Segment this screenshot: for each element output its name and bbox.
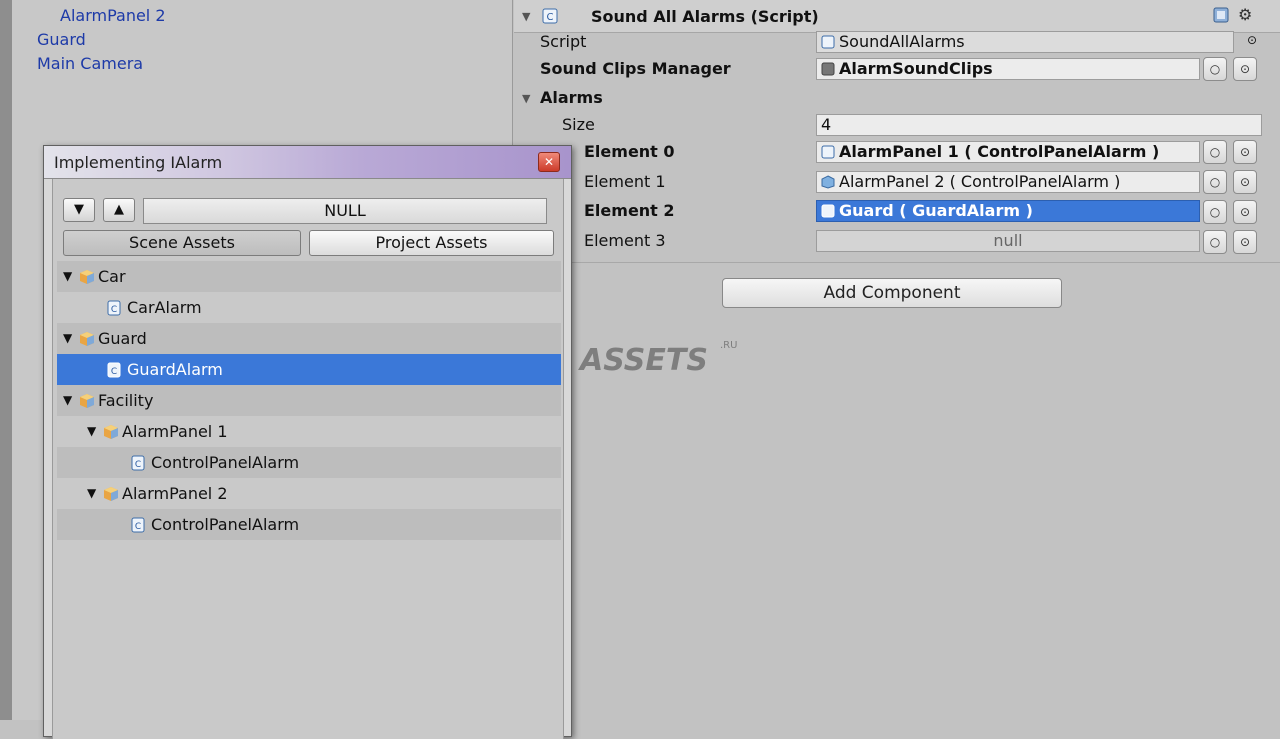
gameobject-cube-icon: [104, 425, 118, 439]
tree-label: Guard: [98, 329, 147, 348]
alarms-expand-icon[interactable]: ▼: [522, 92, 530, 105]
gameobject-cube-icon: [80, 270, 94, 284]
tree-row-guard[interactable]: ▼ Guard: [57, 323, 561, 354]
tab-scene-assets[interactable]: Scene Assets: [63, 230, 301, 256]
script-label: Script: [540, 32, 587, 51]
tree-row-facility[interactable]: ▼ Facility: [57, 385, 561, 416]
script-icon: [821, 145, 835, 159]
close-icon[interactable]: ✕: [538, 152, 560, 172]
expand-arrow-icon[interactable]: ▼: [87, 416, 96, 447]
tree-row-guardalarm[interactable]: C GuardAlarm: [57, 354, 561, 385]
element-2-target-button[interactable]: ⊙: [1233, 200, 1257, 224]
tree-label: ControlPanelAlarm: [151, 515, 300, 534]
script-value: SoundAllAlarms: [839, 32, 965, 51]
cube-icon: [821, 175, 835, 189]
gameobject-cube-icon: [80, 394, 94, 408]
element-0-value: AlarmPanel 1 ( ControlPanelAlarm ): [839, 142, 1160, 161]
implementing-ialarm-window: Implementing IAlarm ✕ ▼ ▲ NULL Scene Ass…: [43, 145, 572, 739]
element-1-picker-button[interactable]: ○: [1203, 170, 1227, 194]
expand-arrow-icon[interactable]: ▼: [63, 323, 72, 354]
element-3-target-button[interactable]: ⊙: [1233, 230, 1257, 254]
collapse-triangle-icon[interactable]: ▼: [522, 10, 530, 23]
element-0-target-button[interactable]: ⊙: [1233, 140, 1257, 164]
size-input[interactable]: 4: [816, 114, 1262, 136]
script-icon: C: [107, 362, 121, 378]
gear-icon[interactable]: ⚙: [1238, 5, 1252, 24]
gameobject-cube-icon: [104, 487, 118, 501]
element-2-label: Element 2: [584, 201, 675, 220]
tree-label: ControlPanelAlarm: [151, 453, 300, 472]
svg-text:C: C: [111, 367, 117, 377]
tree-label: Car: [98, 267, 126, 286]
script-field[interactable]: SoundAllAlarms: [816, 31, 1234, 53]
element-3-picker-button[interactable]: ○: [1203, 230, 1227, 254]
tree-label: CarAlarm: [127, 298, 202, 317]
size-label: Size: [562, 115, 595, 134]
script-icon: C: [107, 300, 121, 316]
element-2-field[interactable]: Guard ( GuardAlarm ): [816, 200, 1200, 222]
divider: [514, 262, 1280, 263]
hierarchy-item-guard[interactable]: Guard: [37, 30, 86, 49]
svg-text:.RU: .RU: [720, 340, 737, 351]
component-header[interactable]: ▼ C Sound All Alarms (Script) ⚙: [514, 0, 1280, 33]
tree-row-car[interactable]: ▼ Car: [57, 261, 561, 292]
move-up-button[interactable]: ▲: [103, 198, 135, 222]
asset-icon: [821, 62, 835, 76]
svg-text:C: C: [135, 460, 141, 470]
add-component-button[interactable]: Add Component: [722, 278, 1062, 308]
element-2-value: Guard ( GuardAlarm ): [839, 201, 1033, 220]
expand-arrow-icon[interactable]: ▼: [63, 385, 72, 416]
alarms-label: Alarms: [540, 88, 603, 107]
script-icon: C: [131, 455, 145, 471]
element-0-picker-button[interactable]: ○: [1203, 140, 1227, 164]
script-icon: C: [542, 8, 558, 24]
svg-text:C: C: [111, 305, 117, 315]
clips-target-button[interactable]: ⊙: [1233, 57, 1257, 81]
svg-text:C: C: [547, 12, 554, 23]
clips-value: AlarmSoundClips: [839, 59, 993, 78]
hierarchy-item-alarmpanel-2[interactable]: AlarmPanel 2: [60, 6, 166, 25]
component-title: Sound All Alarms (Script): [591, 7, 819, 26]
expand-arrow-icon[interactable]: ▼: [87, 478, 96, 509]
tree-label: GuardAlarm: [127, 360, 223, 379]
element-0-label: Element 0: [584, 142, 675, 161]
clips-field[interactable]: AlarmSoundClips: [816, 58, 1200, 80]
element-3-field[interactable]: null: [816, 230, 1200, 252]
tree-row-controlpanelalarm-1[interactable]: C ControlPanelAlarm: [57, 447, 561, 478]
window-titlebar[interactable]: Implementing IAlarm ✕: [44, 146, 571, 179]
tree-label: Facility: [98, 391, 154, 410]
window-title: Implementing IAlarm: [54, 153, 223, 172]
element-1-value: AlarmPanel 2 ( ControlPanelAlarm ): [839, 172, 1121, 191]
help-book-icon[interactable]: [1212, 6, 1230, 24]
element-1-label: Element 1: [584, 172, 666, 191]
tree-row-alarmpanel-2[interactable]: ▼ AlarmPanel 2: [57, 478, 561, 509]
script-icon: [821, 204, 835, 218]
svg-text:ASSETS: ASSETS: [578, 343, 708, 378]
expand-arrow-icon[interactable]: ▼: [63, 261, 72, 292]
window-content: ▼ ▲ NULL Scene Assets Project Assets ▼ C…: [52, 179, 564, 739]
element-1-target-button[interactable]: ⊙: [1233, 170, 1257, 194]
script-icon: [821, 35, 835, 49]
element-0-field[interactable]: AlarmPanel 1 ( ControlPanelAlarm ): [816, 141, 1200, 163]
clips-label: Sound Clips Manager: [540, 59, 731, 78]
null-selection-button[interactable]: NULL: [143, 198, 547, 224]
svg-text:C: C: [135, 522, 141, 532]
tree-row-caralarm[interactable]: C CarAlarm: [57, 292, 561, 323]
move-down-button[interactable]: ▼: [63, 198, 95, 222]
left-edge-strip: [0, 0, 12, 720]
clips-picker-button[interactable]: ○: [1203, 57, 1227, 81]
element-3-label: Element 3: [584, 231, 666, 250]
element-2-picker-button[interactable]: ○: [1203, 200, 1227, 224]
tab-project-assets[interactable]: Project Assets: [309, 230, 554, 256]
tree-label: AlarmPanel 2: [122, 484, 228, 503]
tree-label: AlarmPanel 1: [122, 422, 228, 441]
script-icon: C: [131, 517, 145, 533]
hierarchy-item-main-camera[interactable]: Main Camera: [37, 54, 143, 73]
tree-row-alarmpanel-1[interactable]: ▼ AlarmPanel 1: [57, 416, 561, 447]
tree-row-controlpanelalarm-2[interactable]: C ControlPanelAlarm: [57, 509, 561, 540]
gameobject-cube-icon: [80, 332, 94, 346]
target-icon[interactable]: ⊙: [1247, 33, 1257, 47]
element-1-field[interactable]: AlarmPanel 2 ( ControlPanelAlarm ): [816, 171, 1200, 193]
